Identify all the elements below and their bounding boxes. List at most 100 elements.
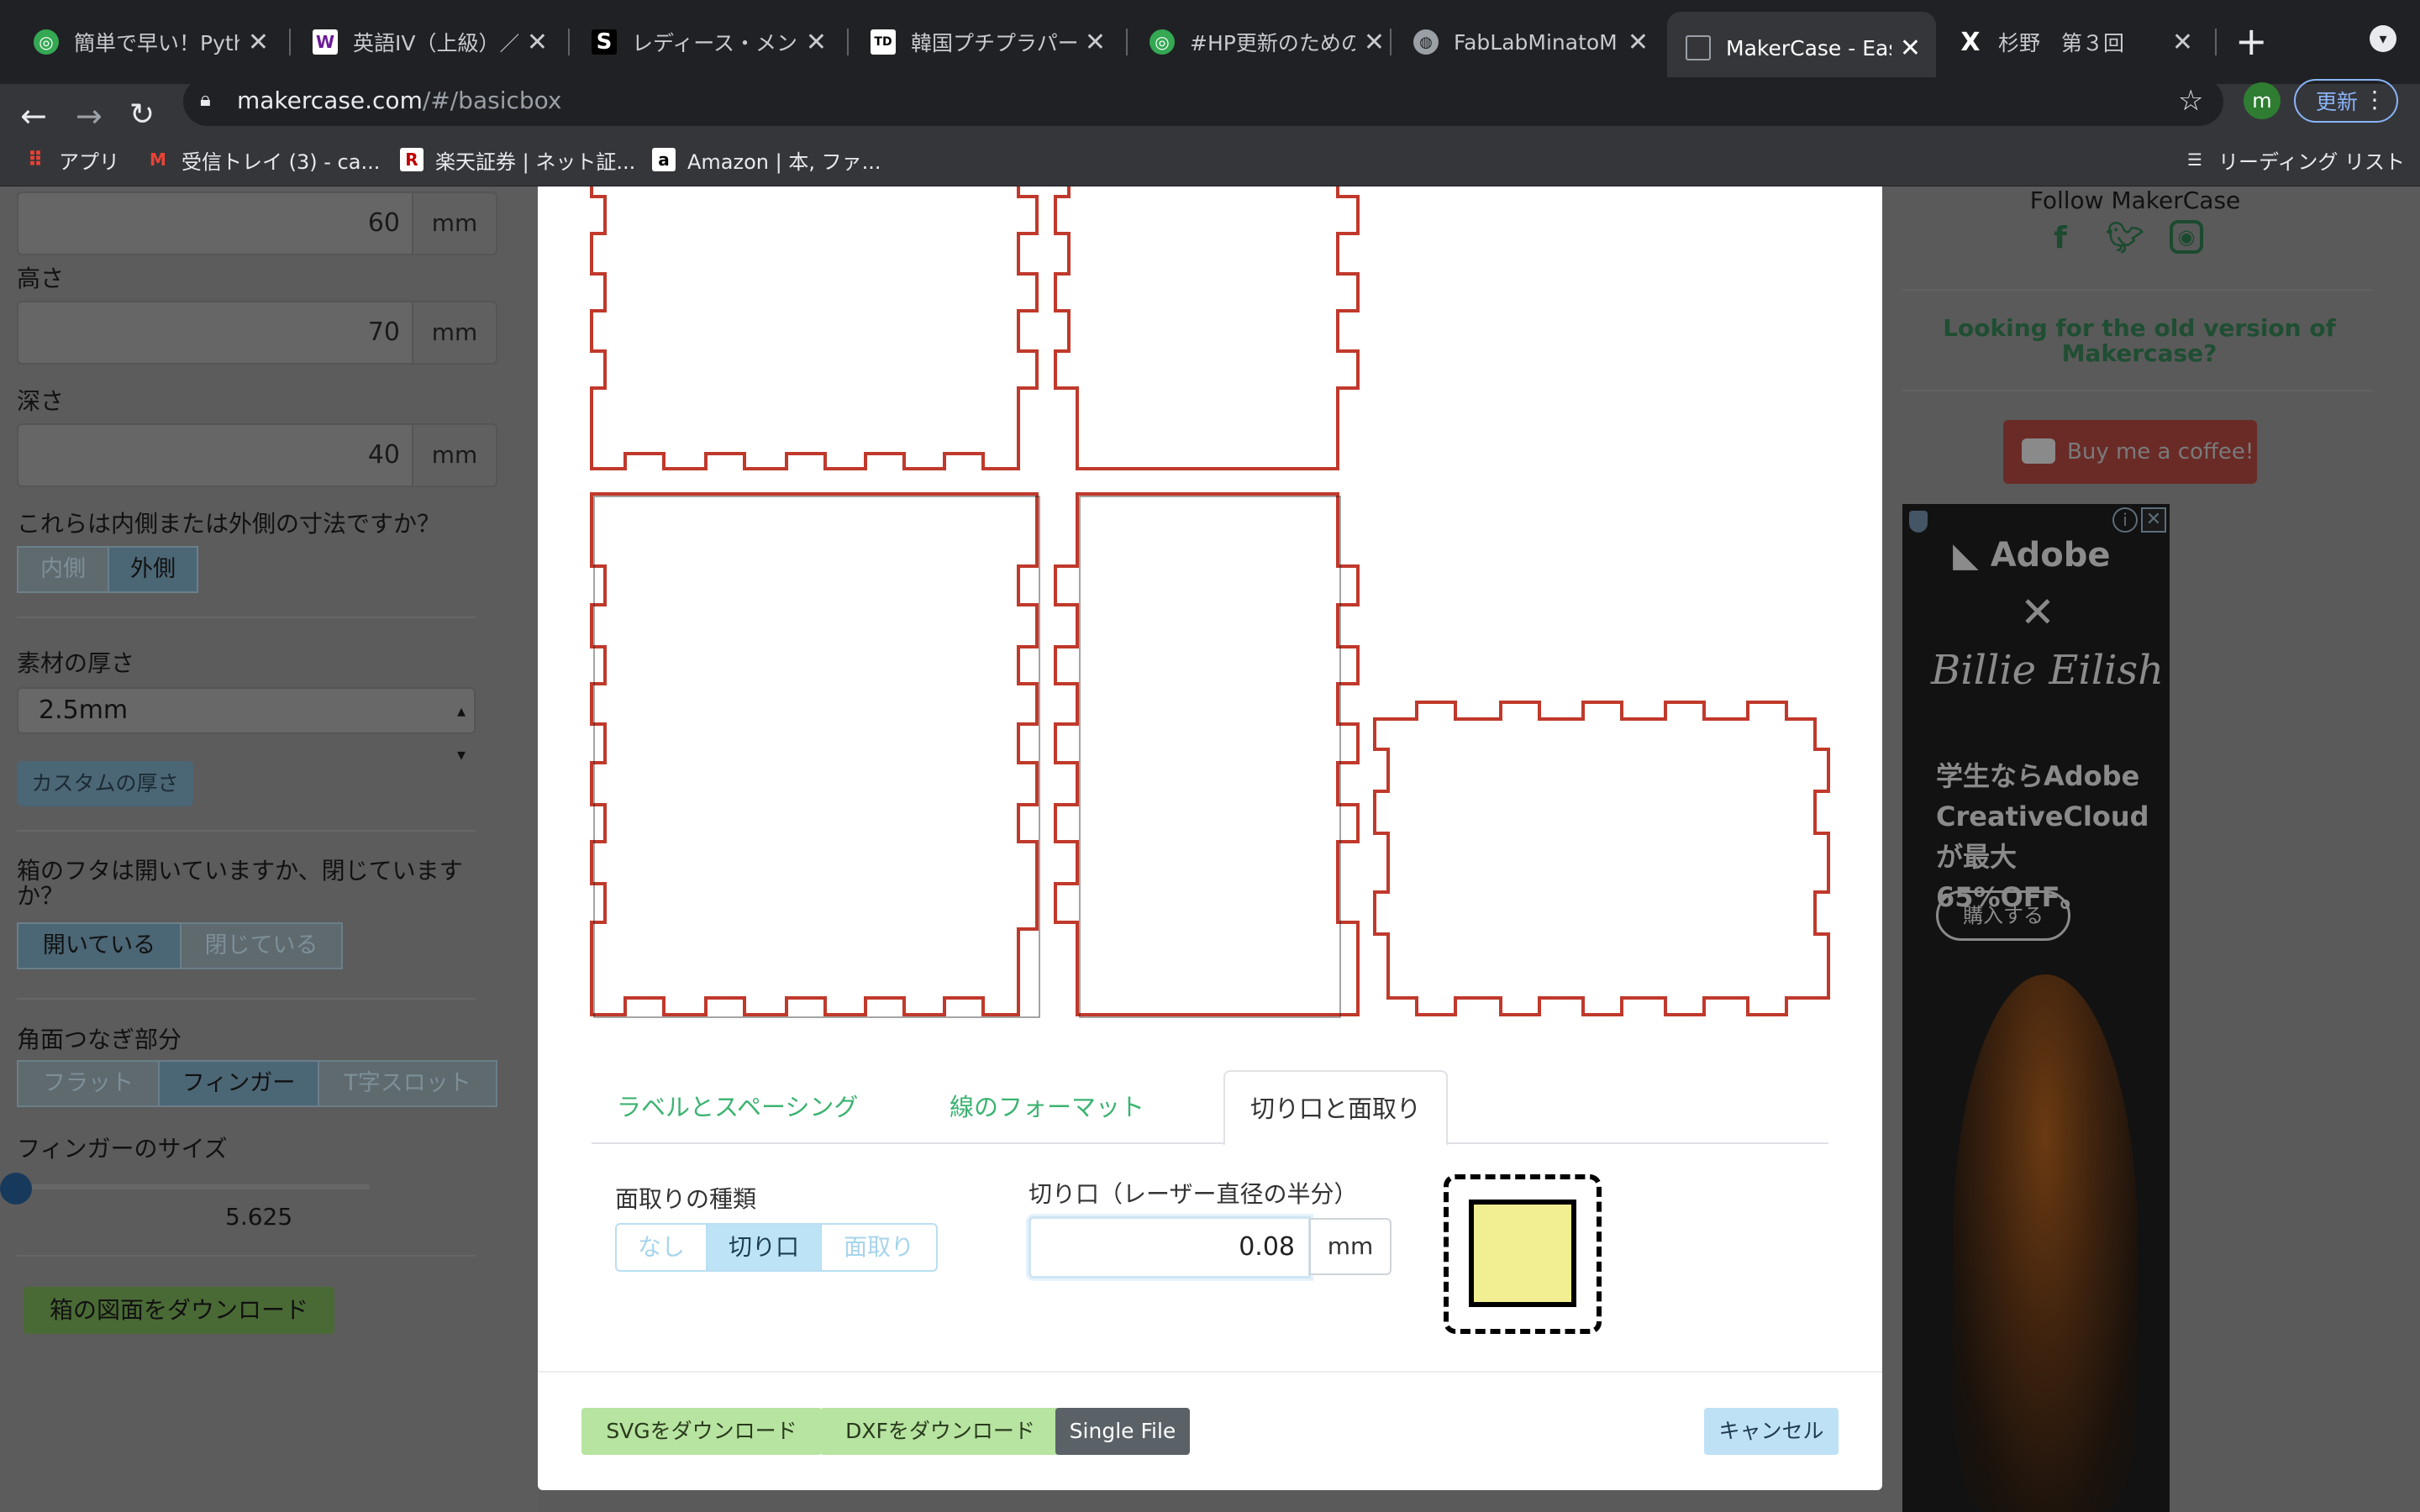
more-vert-icon[interactable]: ⋮	[2363, 86, 2386, 113]
browser-tab-3[interactable]: S レディース・メンズ ✕	[573, 12, 842, 72]
modal-tabs: ラベルとスペーシング 線のフォーマット 切り口と面取り	[592, 1070, 1828, 1146]
adobe-logo: ◣ Adobe	[1953, 536, 2111, 575]
kerf-cut-option[interactable]: 切り口	[706, 1223, 822, 1272]
bookmark-amazon[interactable]: a Amazon | 本, ファ...	[652, 143, 881, 176]
close-icon[interactable]: ✕	[1085, 28, 1106, 57]
tab-labels-spacing[interactable]: ラベルとスペーシング	[592, 1070, 883, 1144]
new-tab-icon[interactable]: +	[2235, 18, 2268, 64]
ad-buy-button[interactable]: 購入する	[1936, 890, 2070, 941]
inner-outlines	[593, 496, 1341, 1018]
browser-tab-2[interactable]: W 英語IV（上級）／上 ✕	[294, 12, 563, 72]
old-version-link[interactable]: Looking for the old version of Makercase…	[1912, 316, 2366, 366]
twitter-icon[interactable]: 🐦︎	[2106, 220, 2144, 257]
tab-kerf[interactable]: 切り口と面取り	[1223, 1070, 1449, 1146]
browser-tab-1[interactable]: ◎ 簡単で早い！Pytho ✕	[15, 12, 284, 72]
panel-outline	[1054, 186, 1360, 470]
download-modal: ラベルとスペーシング 線のフォーマット 切り口と面取り 面取りの種類 なし 切り…	[538, 186, 1882, 1490]
thickness-label: 素材の厚さ	[17, 649, 135, 677]
tab-separator	[289, 29, 291, 55]
profile-avatar[interactable]: m	[2244, 82, 2281, 119]
coffee-label: Buy me a coffee!	[2067, 439, 2254, 465]
rakuten-icon: R	[400, 148, 424, 171]
close-icon[interactable]: ✕	[2172, 28, 2193, 57]
depth-input[interactable]: 40	[17, 423, 413, 487]
close-icon[interactable]: ✕	[248, 28, 269, 57]
back-arrow-icon[interactable]: ←	[20, 97, 47, 134]
edge-finger-option[interactable]: フィンガー	[158, 1060, 319, 1107]
download-box-button[interactable]: 箱の図面をダウンロード	[24, 1287, 334, 1334]
lid-closed-option[interactable]: 閉じている	[180, 922, 343, 969]
coffee-cup-icon	[2022, 438, 2055, 464]
ad-brand: Adobe	[1990, 536, 2111, 575]
browser-tab-4[interactable]: TD 韓国プチプラパーテ ✕	[852, 12, 1121, 72]
instagram-icon[interactable]: ◉	[2170, 220, 2203, 254]
finger-size-value: 5.625	[225, 1203, 293, 1231]
browser-tab-6[interactable]: ◍ FabLabMinatoMir ✕	[1395, 12, 1664, 72]
bookmark-rakuten[interactable]: R 楽天証券 | ネット証...	[400, 143, 635, 176]
ad-info-icon[interactable]: i	[2112, 507, 2138, 533]
kerf-chamfer-option[interactable]: 面取り	[820, 1223, 938, 1272]
url-text[interactable]: makercase.com/#/basicbox	[237, 84, 561, 118]
divider	[17, 617, 476, 618]
reading-list[interactable]: ☰ リーディング リスト	[2183, 143, 2405, 176]
amazon-icon: a	[652, 148, 676, 171]
finger-size-label: フィンガーのサイズ	[17, 1135, 228, 1163]
browser-tab-7[interactable]: MakerCase - Easy ✕	[1667, 12, 1936, 84]
bookmark-apps[interactable]: ⠿ アプリ	[24, 143, 119, 176]
height-input[interactable]: 70	[17, 301, 413, 365]
close-icon[interactable]: ✕	[806, 28, 827, 57]
divider	[17, 1255, 476, 1257]
edge-flat-option[interactable]: フラット	[17, 1060, 160, 1107]
forward-arrow-icon[interactable]: →	[76, 97, 103, 134]
close-icon[interactable]: ✕	[1628, 28, 1649, 57]
star-icon[interactable]: ☆	[2178, 84, 2203, 118]
tab-title: 英語IV（上級）／上	[353, 31, 518, 55]
download-dxf-button[interactable]: DXFをダウンロード	[820, 1408, 1060, 1455]
tab-line-format[interactable]: 線のフォーマット	[924, 1070, 1170, 1144]
custom-thickness-button[interactable]: カスタムの厚さ	[17, 761, 193, 806]
width-input[interactable]: 60	[17, 192, 413, 255]
close-icon[interactable]: ✕	[1364, 28, 1385, 57]
kerf-input[interactable]: 0.08	[1028, 1216, 1311, 1278]
ad-close-icon[interactable]: ✕	[2141, 507, 2166, 533]
depth-label: 深さ	[17, 387, 65, 415]
reading-list-icon: ☰	[2187, 150, 2202, 170]
kerf-none-option[interactable]: なし	[615, 1223, 708, 1272]
tab-separator	[847, 29, 849, 55]
update-button[interactable]: 更新 ⋮	[2294, 79, 2398, 123]
page-content: 60 mm 高さ 70 mm 深さ 40 mm これらは内側または外側の寸法です…	[0, 186, 2420, 1512]
gmail-icon: M	[150, 150, 166, 170]
bookmark-gmail[interactable]: M 受信トレイ (3) - ca...	[146, 143, 380, 176]
select-caret-icon: ▴ ▾	[456, 701, 466, 764]
inside-option[interactable]: 内側	[17, 546, 109, 593]
single-file-button[interactable]: Single File	[1055, 1408, 1190, 1455]
thickness-value: 2.5mm	[39, 696, 129, 725]
advertisement[interactable]: i ✕ ◣ Adobe ✕ Billie Eilish 学生ならAdobe Cr…	[1902, 504, 2170, 1512]
edge-tslot-option[interactable]: T字スロット	[318, 1060, 497, 1107]
facebook-icon[interactable]: f	[2042, 220, 2079, 257]
download-svg-button[interactable]: SVGをダウンロード	[581, 1408, 822, 1455]
reload-icon[interactable]: ↻	[129, 97, 155, 132]
buy-coffee-button[interactable]: Buy me a coffee!	[2003, 420, 2257, 484]
tab-title: MakerCase - Easy	[1726, 35, 1891, 60]
cancel-button[interactable]: キャンセル	[1704, 1408, 1839, 1455]
chevron-down-icon[interactable]: ▾	[2370, 25, 2396, 52]
update-label: 更新	[2316, 90, 2359, 114]
kerf-type-label: 面取りの種類	[615, 1185, 757, 1213]
lock-icon[interactable]: 🔒︎	[200, 87, 211, 111]
depth-unit: mm	[412, 423, 497, 487]
outside-option[interactable]: 外側	[108, 546, 198, 593]
close-icon[interactable]: ✕	[527, 28, 548, 57]
ad-flame-image	[1953, 974, 2138, 1512]
close-icon[interactable]: ✕	[1900, 34, 1921, 63]
edge-joint-label: 角面つなぎ部分	[17, 1026, 182, 1053]
tab-separator	[1126, 29, 1128, 55]
finger-size-slider[interactable]	[17, 1184, 370, 1189]
slider-handle[interactable]	[0, 1173, 32, 1205]
lid-open-option[interactable]: 開いている	[17, 922, 182, 969]
browser-tab-5[interactable]: ◎ #HP更新のためのコ ✕	[1131, 12, 1400, 72]
thickness-select[interactable]: 2.5mm ▴ ▾	[17, 687, 476, 764]
globe-icon: ◍	[1413, 29, 1439, 55]
browser-tab-8[interactable]: X 杉野 第３回 ✕	[1939, 12, 2208, 72]
panel-shadow	[593, 496, 1040, 1018]
